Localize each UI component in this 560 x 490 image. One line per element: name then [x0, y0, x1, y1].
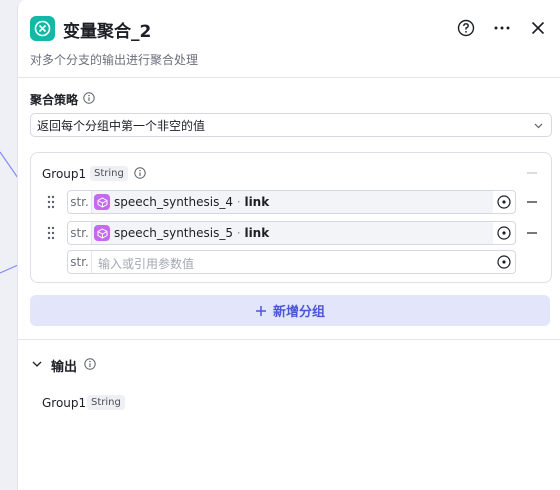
type-label: str. — [68, 222, 92, 244]
close-icon[interactable] — [528, 18, 548, 38]
add-group-button[interactable]: 新增分组 — [30, 295, 550, 326]
ref-value: speech_synthesis_4 · link — [92, 191, 493, 213]
node-config-panel: 变量聚合_2 对多个分支的输出进行聚合处理 聚合策略 返回每个分组中第一个非空的… — [17, 0, 560, 490]
section-divider — [18, 339, 560, 340]
info-icon[interactable] — [134, 167, 146, 179]
type-label: str. — [68, 251, 92, 273]
more-dots-icon[interactable] — [492, 18, 512, 38]
strategy-select[interactable]: 返回每个分组中第一个非空的值 — [30, 113, 552, 137]
plus-icon — [255, 305, 266, 316]
ref-field-name: link — [244, 226, 270, 240]
node-description: 对多个分支的输出进行聚合处理 — [30, 53, 199, 67]
ref-value: speech_synthesis_5 · link — [92, 222, 493, 244]
group-name[interactable]: Group1 — [42, 167, 86, 181]
node-title[interactable]: 变量聚合_2 — [63, 17, 151, 42]
help-circle-icon[interactable] — [456, 18, 476, 38]
add-group-label: 新增分组 — [272, 305, 325, 320]
output-section-title[interactable]: 输出 — [51, 356, 77, 375]
variable-ref-input[interactable]: str. speech_synthesis_4 · link — [67, 190, 516, 214]
node-ref-icon — [94, 225, 110, 241]
group-card: Group1 String str. speech_synthesis_4 · … — [30, 152, 552, 283]
panel-header: 变量聚合_2 对多个分支的输出进行聚合处理 — [18, 0, 560, 78]
ref-field-name: link — [244, 195, 270, 209]
group-type-badge: String — [90, 166, 128, 181]
drag-handle-icon[interactable] — [47, 226, 55, 240]
output-type-badge: String — [87, 395, 125, 410]
value-body[interactable]: 输入或引用参数值 — [92, 251, 493, 273]
strategy-label: 聚合策略 — [30, 93, 79, 107]
aggregate-icon — [30, 16, 55, 41]
ref-separator: · — [236, 226, 241, 240]
variable-value-input[interactable]: str. 输入或引用参数值 — [67, 250, 516, 274]
canvas-edges — [0, 151, 18, 274]
drag-handle-icon[interactable] — [47, 195, 55, 209]
variable-ref-input[interactable]: str. speech_synthesis_5 · link — [67, 221, 516, 245]
strategy-selected-value: 返回每个分组中第一个非空的值 — [37, 119, 206, 133]
input-placeholder: 输入或引用参数值 — [98, 257, 195, 271]
output-item-name: Group1 — [42, 396, 87, 410]
variable-picker-icon[interactable] — [496, 194, 512, 210]
info-icon[interactable] — [84, 358, 96, 370]
chevron-down-icon[interactable] — [31, 358, 43, 370]
info-icon[interactable] — [83, 92, 95, 104]
variable-picker-icon[interactable] — [496, 225, 512, 241]
remove-group-icon[interactable] — [526, 167, 538, 179]
variable-picker-icon[interactable] — [496, 254, 512, 270]
node-ref-icon — [94, 194, 110, 210]
ref-node-name: speech_synthesis_5 — [114, 226, 233, 240]
type-label: str. — [68, 191, 92, 213]
remove-row-icon[interactable] — [526, 227, 538, 239]
remove-row-icon[interactable] — [526, 196, 538, 208]
chevron-down-icon — [534, 123, 543, 129]
ref-separator: · — [236, 195, 241, 209]
ref-node-name: speech_synthesis_4 — [114, 195, 233, 209]
